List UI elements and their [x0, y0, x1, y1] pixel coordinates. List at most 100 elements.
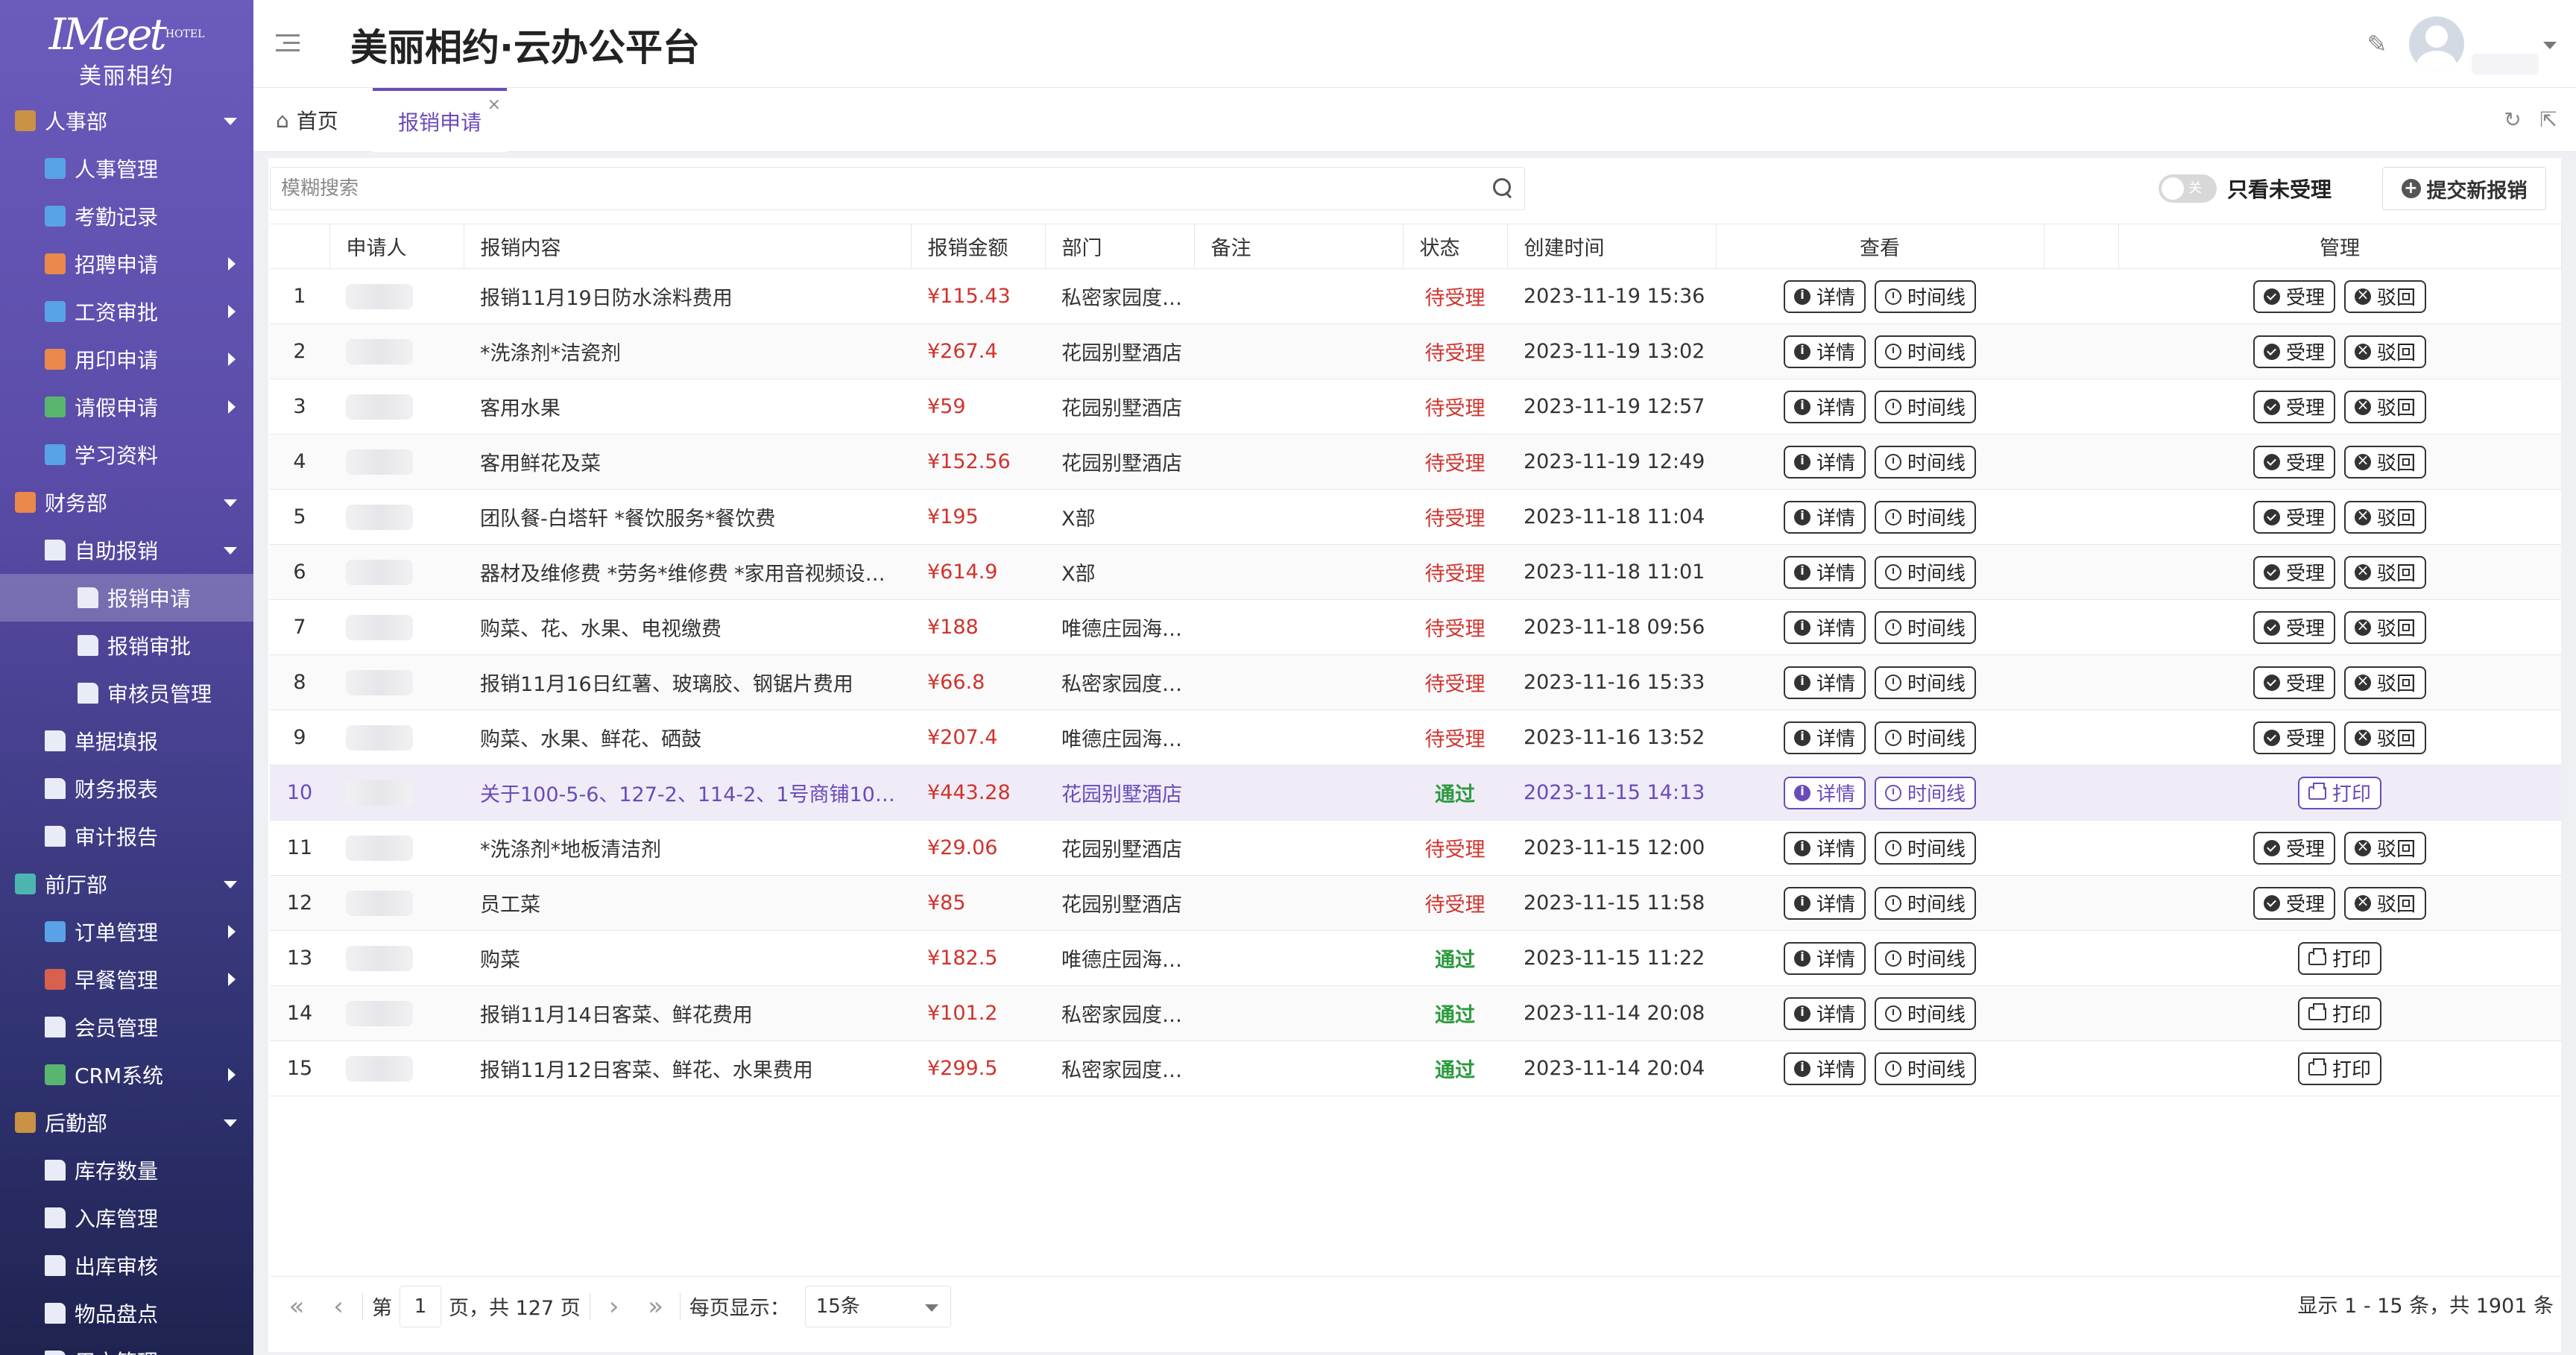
table-row[interactable]: 8 报销11月16日红薯、玻璃胶、钢锯片费用 ¥66.8 私密家园度假… 待受理 2023…	[270, 654, 2561, 710]
table-row[interactable]: 7 购菜、花、水果、电视缴费 ¥188 唯德庄园海景… 待受理 2023-11-18 09…	[270, 599, 2561, 655]
prev-page-icon[interactable]: ‹	[323, 1292, 353, 1321]
detail-button[interactable]: 详情	[1783, 500, 1866, 534]
sidebar-item[interactable]: 会员管理	[0, 1003, 253, 1051]
refresh-icon[interactable]: ↻	[2501, 109, 2524, 131]
close-icon[interactable]: ×	[487, 97, 501, 113]
timeline-button[interactable]: 时间线	[1875, 610, 1977, 644]
reject-button[interactable]: 驳回	[2344, 666, 2427, 699]
col-created[interactable]: 创建时间	[1507, 224, 1717, 269]
notification-off-icon[interactable]: ✎	[2364, 31, 2390, 57]
accept-button[interactable]: 受理	[2253, 500, 2335, 534]
accept-button[interactable]: 受理	[2253, 390, 2335, 423]
accept-button[interactable]: 受理	[2253, 831, 2335, 865]
reject-button[interactable]: 驳回	[2344, 445, 2427, 478]
next-page-icon[interactable]: ›	[599, 1292, 629, 1321]
table-row[interactable]: 2 *洗涤剂*洁瓷剂 ¥267.4 花园别墅酒店 待受理 2023-11-19 13:02…	[270, 323, 2561, 379]
col-content[interactable]: 报销内容	[464, 224, 912, 269]
print-button[interactable]: 打印	[2297, 941, 2381, 975]
search-icon[interactable]	[1493, 178, 1514, 199]
detail-button[interactable]: 详情	[1783, 279, 1866, 313]
timeline-button[interactable]: 时间线	[1875, 445, 1977, 478]
detail-button[interactable]: 详情	[1783, 776, 1866, 809]
reject-button[interactable]: 驳回	[2344, 555, 2427, 589]
accept-button[interactable]: 受理	[2253, 666, 2335, 699]
unaccepted-toggle[interactable]: 关	[2159, 174, 2217, 203]
sidebar-item[interactable]: 订单管理	[0, 908, 253, 956]
timeline-button[interactable]: 时间线	[1875, 666, 1977, 699]
search-input[interactable]	[271, 168, 1463, 209]
print-button[interactable]: 打印	[2297, 776, 2381, 809]
timeline-button[interactable]: 时间线	[1875, 1052, 1977, 1085]
menu-toggle-icon[interactable]	[276, 34, 300, 54]
sidebar-item[interactable]: 财务部	[0, 478, 253, 526]
detail-button[interactable]: 详情	[1783, 666, 1866, 699]
accept-button[interactable]: 受理	[2253, 335, 2335, 368]
last-page-icon[interactable]: »	[641, 1292, 671, 1321]
reject-button[interactable]: 驳回	[2344, 335, 2427, 368]
detail-button[interactable]: 详情	[1783, 996, 1866, 1030]
sidebar-item[interactable]: 人事管理	[0, 145, 253, 192]
col-amount[interactable]: 报销金额	[911, 224, 1046, 269]
sidebar-item[interactable]: 请假申请	[0, 383, 253, 431]
sidebar-item[interactable]: 单据填报	[0, 717, 253, 765]
col-note[interactable]: 备注	[1194, 224, 1404, 269]
sidebar-item[interactable]: 前厅部	[0, 860, 253, 908]
accept-button[interactable]: 受理	[2253, 555, 2335, 589]
table-row[interactable]: 11 *洗涤剂*地板清洁剂 ¥29.06 花园别墅酒店 待受理 2023-11-15 12…	[270, 820, 2561, 876]
print-button[interactable]: 打印	[2297, 1052, 2381, 1085]
timeline-button[interactable]: 时间线	[1875, 390, 1977, 423]
sidebar-item[interactable]: 财务报表	[0, 765, 253, 812]
user-name-redacted[interactable]	[2472, 54, 2539, 75]
timeline-button[interactable]: 时间线	[1875, 279, 1977, 313]
detail-button[interactable]: 详情	[1783, 1052, 1866, 1085]
tab-home[interactable]: ⌂ 首页	[276, 88, 338, 152]
timeline-button[interactable]: 时间线	[1875, 776, 1977, 809]
detail-button[interactable]: 详情	[1783, 721, 1866, 754]
table-row[interactable]: 12 员工菜¥85花园别墅酒店 待受理2023-11-15 11:58 详情 时间线 受理…	[270, 875, 2561, 931]
sidebar-item[interactable]: 后勤部	[0, 1099, 253, 1146]
sidebar-item[interactable]: 人事部	[0, 97, 253, 145]
detail-button[interactable]: 详情	[1783, 886, 1866, 920]
col-applicant[interactable]: 申请人	[329, 224, 464, 269]
submit-new-reimbursement-button[interactable]: + 提交新报销	[2382, 167, 2546, 210]
print-button[interactable]: 打印	[2297, 996, 2381, 1030]
sidebar-item[interactable]: 审核员管理	[0, 669, 253, 717]
tab-reimbursement-request[interactable]: 报销申请 ×	[373, 88, 508, 152]
table-row[interactable]: 6 器材及维修费 *劳务*维修费 *家用音视频设… ¥614.9 X部 待受理 2023-…	[270, 544, 2561, 600]
table-row[interactable]: 3 客用水果¥59花园别墅酒店 待受理2023-11-19 12:57 详情 时间线 受理…	[270, 379, 2561, 435]
first-page-icon[interactable]: «	[282, 1292, 312, 1321]
accept-button[interactable]: 受理	[2253, 445, 2335, 478]
table-row[interactable]: 5 团队餐-白塔轩 *餐饮服务*餐饮费 ¥195 X部 待受理 2023-11-18 11…	[270, 489, 2561, 545]
sidebar-item[interactable]: 物品盘点	[0, 1289, 253, 1337]
sidebar-item[interactable]: 审计报告	[0, 812, 253, 860]
sidebar-item[interactable]: 考勤记录	[0, 192, 253, 240]
sidebar-item[interactable]: CRM系统	[0, 1051, 253, 1099]
page-number-input[interactable]: 1	[400, 1285, 441, 1327]
sidebar-item[interactable]: 工资审批	[0, 288, 253, 335]
table-row[interactable]: 14 报销11月14日客菜、鲜花费用 ¥101.2 私密家园度假… 通过 2023-11-…	[270, 985, 2561, 1041]
reject-button[interactable]: 驳回	[2344, 279, 2427, 313]
accept-button[interactable]: 受理	[2253, 721, 2335, 754]
table-row[interactable]: 10 关于100-5-6、127-2、114-2、1号商铺10… ¥443.28 花园…	[270, 765, 2561, 821]
detail-button[interactable]: 详情	[1783, 831, 1866, 865]
detail-button[interactable]: 详情	[1783, 555, 1866, 589]
table-row[interactable]: 1 报销11月19日防水涂料费用 ¥115.43 私密家园度假… 待受理 2023-11-…	[270, 268, 2561, 324]
reject-button[interactable]: 驳回	[2344, 831, 2427, 865]
reject-button[interactable]: 驳回	[2344, 390, 2427, 423]
sidebar-item[interactable]: 出库审核	[0, 1242, 253, 1289]
timeline-button[interactable]: 时间线	[1875, 335, 1977, 368]
sidebar-item[interactable]: 学习资料	[0, 431, 253, 478]
avatar[interactable]	[2409, 16, 2464, 72]
sidebar-item[interactable]: 用户管理	[0, 1337, 253, 1355]
col-status[interactable]: 状态	[1403, 224, 1508, 269]
reject-button[interactable]: 驳回	[2344, 886, 2427, 920]
accept-button[interactable]: 受理	[2253, 886, 2335, 920]
sidebar-item[interactable]: 用印申请	[0, 335, 253, 383]
table-row[interactable]: 13 购菜¥182.5唯德庄园海景… 通过2023-11-15 11:22 详情 时间线…	[270, 930, 2561, 986]
sidebar-item[interactable]: 库存数量	[0, 1146, 253, 1194]
sidebar-item[interactable]: 报销审批	[0, 622, 253, 669]
sidebar-item[interactable]: 早餐管理	[0, 956, 253, 1003]
reject-button[interactable]: 驳回	[2344, 721, 2427, 754]
timeline-button[interactable]: 时间线	[1875, 886, 1977, 920]
reject-button[interactable]: 驳回	[2344, 500, 2427, 534]
